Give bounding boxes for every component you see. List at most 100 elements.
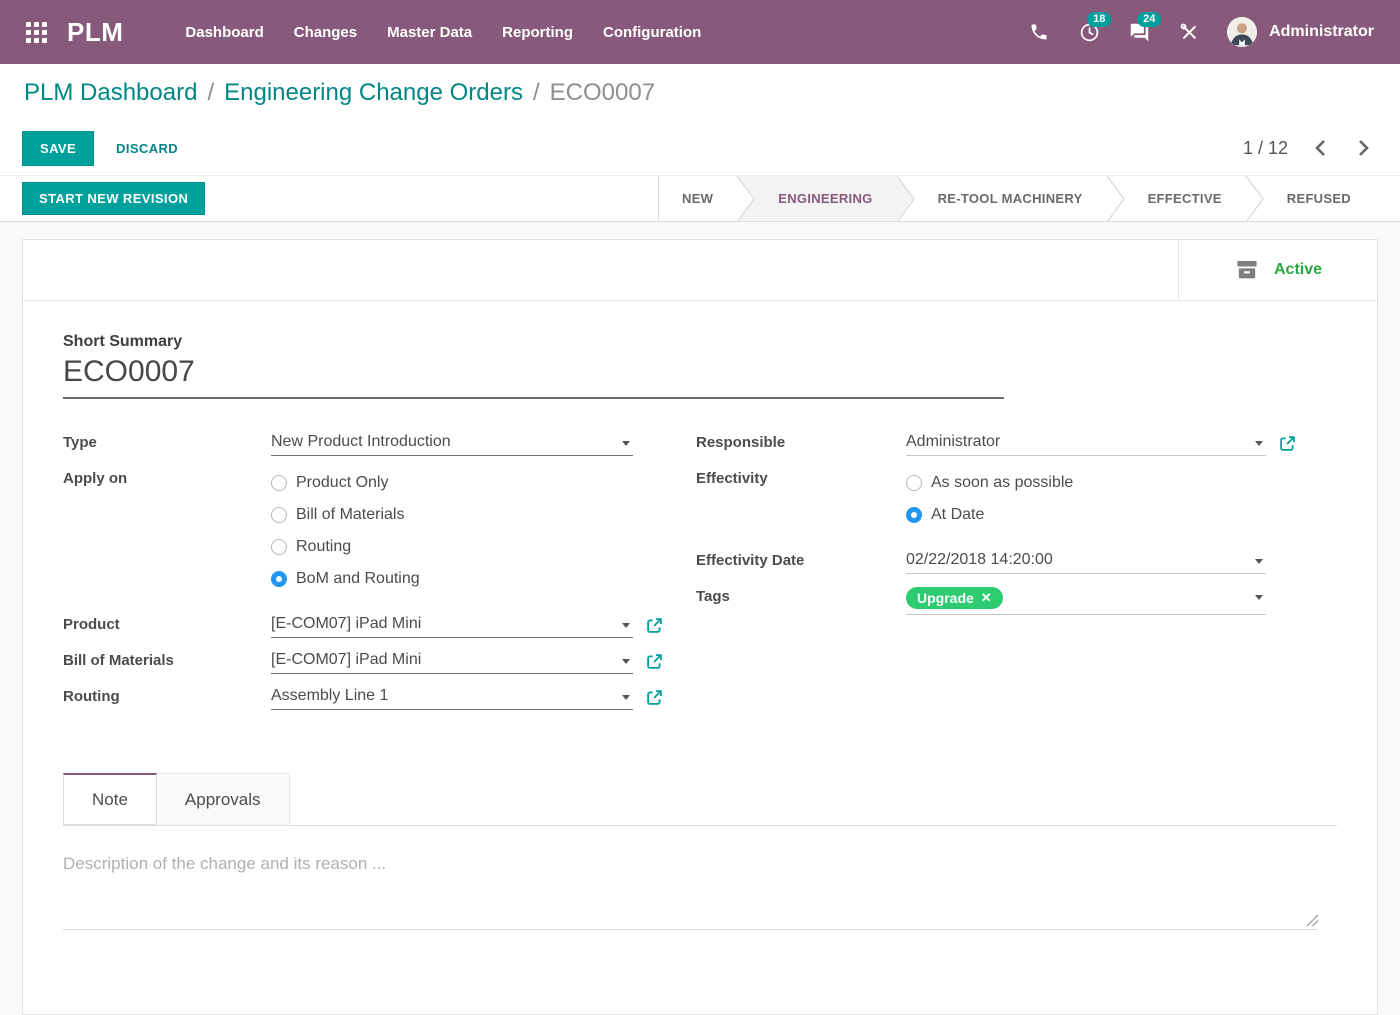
dropdown-caret-icon <box>622 659 630 664</box>
effectivity-date-input[interactable]: 02/22/2018 14:20:00 <box>906 549 1266 574</box>
active-toggle-button[interactable]: Active <box>1178 240 1377 300</box>
stage-retool-machinery[interactable]: RE-TOOL MACHINERY <box>915 176 1106 221</box>
form-card: Active Short Summary ECO0007 Type New Pr… <box>22 239 1378 1015</box>
user-avatar[interactable] <box>1227 17 1257 47</box>
field-row-product: Product [E-COM07] iPad Mini <box>63 613 696 638</box>
field-row-responsible: Responsible Administrator <box>696 431 1337 456</box>
stage-effective[interactable]: EFFECTIVE <box>1125 176 1245 221</box>
messages-badge: 24 <box>1137 12 1161 27</box>
stage-new[interactable]: NEW <box>659 176 736 221</box>
pager-value: 1 / 12 <box>1243 138 1288 159</box>
tags-label: Tags <box>696 585 906 615</box>
dropdown-caret-icon <box>1255 441 1263 446</box>
stage-pipeline: NEW ENGINEERING RE-TOOL MACHINERY EFFECT… <box>658 176 1400 221</box>
nav-reporting[interactable]: Reporting <box>502 24 573 41</box>
field-row-routing: Routing Assembly Line 1 <box>63 685 696 710</box>
stage-chevron-icon <box>1245 176 1264 222</box>
external-link-icon[interactable] <box>646 685 663 710</box>
pager-previous-button[interactable] <box>1312 137 1330 159</box>
archive-box-icon <box>1234 258 1260 282</box>
routing-label: Routing <box>63 685 271 710</box>
external-link-icon[interactable] <box>1279 431 1296 456</box>
nav-configuration[interactable]: Configuration <box>603 24 701 41</box>
top-navbar: PLM Dashboard Changes Master Data Report… <box>0 0 1400 64</box>
responsible-select[interactable]: Administrator <box>906 431 1266 456</box>
form-actions-bar: SAVE DISCARD 1 / 12 <box>0 121 1400 176</box>
note-placeholder: Description of the change and its reason… <box>63 852 1317 874</box>
resize-handle-icon[interactable] <box>1306 914 1319 927</box>
radio-routing[interactable]: Routing <box>271 531 420 563</box>
stage-chevron-icon <box>736 176 755 222</box>
stage-refused[interactable]: REFUSED <box>1264 176 1374 221</box>
product-label: Product <box>63 613 271 638</box>
dropdown-caret-icon <box>622 441 630 446</box>
notebook-tabs: Note Approvals <box>63 773 1337 826</box>
responsible-label: Responsible <box>696 431 906 456</box>
form-statusbar: START NEW REVISION NEW ENGINEERING RE-TO… <box>0 176 1400 222</box>
user-name[interactable]: Administrator <box>1269 23 1374 41</box>
nav-dashboard[interactable]: Dashboard <box>185 24 263 41</box>
radio-unchecked-icon <box>271 475 287 491</box>
field-row-tags: Tags Upgrade ✕ <box>696 585 1337 615</box>
activities-icon[interactable]: 18 <box>1077 20 1101 44</box>
tab-note[interactable]: Note <box>63 773 157 825</box>
routing-select[interactable]: Assembly Line 1 <box>271 685 633 710</box>
dropdown-caret-icon <box>622 695 630 700</box>
apps-menu-icon[interactable] <box>26 22 47 43</box>
form-sheet: Short Summary ECO0007 Type New Product I… <box>23 301 1377 930</box>
dropdown-caret-icon <box>622 623 630 628</box>
bom-select[interactable]: [E-COM07] iPad Mini <box>271 649 633 674</box>
radio-product-only[interactable]: Product Only <box>271 467 420 499</box>
tags-input[interactable]: Upgrade ✕ <box>906 585 1266 615</box>
active-label: Active <box>1274 261 1322 279</box>
field-row-effectivity-date: Effectivity Date 02/22/2018 14:20:00 <box>696 549 1337 574</box>
app-title[interactable]: PLM <box>67 17 123 48</box>
type-select[interactable]: New Product Introduction <box>271 431 633 456</box>
breadcrumb-separator: / <box>207 79 214 107</box>
field-row-apply-on: Apply on Product Only Bill of Materials <box>63 467 696 595</box>
radio-unchecked-icon <box>271 507 287 523</box>
stage-chevron-icon <box>1106 176 1125 222</box>
radio-at-date[interactable]: At Date <box>906 499 1073 531</box>
radio-checked-icon <box>271 571 287 587</box>
field-row-type: Type New Product Introduction <box>63 431 696 456</box>
breadcrumb-eco-list[interactable]: Engineering Change Orders <box>224 79 523 107</box>
nav-changes[interactable]: Changes <box>294 24 357 41</box>
note-textarea[interactable]: Description of the change and its reason… <box>63 852 1317 930</box>
product-select[interactable]: [E-COM07] iPad Mini <box>271 613 633 638</box>
short-summary-input[interactable]: ECO0007 <box>63 355 1004 399</box>
external-link-icon[interactable] <box>646 613 663 638</box>
messages-icon[interactable]: 24 <box>1127 20 1151 44</box>
apply-on-label: Apply on <box>63 467 271 595</box>
dropdown-caret-icon <box>1255 559 1263 564</box>
tag-remove-icon[interactable]: ✕ <box>981 590 992 606</box>
radio-bill-of-materials[interactable]: Bill of Materials <box>271 499 420 531</box>
radio-checked-icon <box>906 507 922 523</box>
button-box: Active <box>23 240 1377 301</box>
notebook: Note Approvals Description of the change… <box>63 773 1337 930</box>
radio-unchecked-icon <box>906 475 922 491</box>
phone-icon[interactable] <box>1027 20 1051 44</box>
activities-badge: 18 <box>1087 12 1111 27</box>
radio-as-soon-as-possible[interactable]: As soon as possible <box>906 467 1073 499</box>
discard-button[interactable]: DISCARD <box>116 141 178 156</box>
save-button[interactable]: SAVE <box>22 131 94 166</box>
start-new-revision-button[interactable]: START NEW REVISION <box>22 182 205 215</box>
stage-engineering[interactable]: ENGINEERING <box>755 176 895 221</box>
nav-master-data[interactable]: Master Data <box>387 24 472 41</box>
effectivity-label: Effectivity <box>696 467 906 531</box>
tab-approvals[interactable]: Approvals <box>157 773 290 825</box>
effectivity-radio-group: As soon as possible At Date <box>906 467 1073 531</box>
breadcrumb-plm-dashboard[interactable]: PLM Dashboard <box>24 79 197 107</box>
field-row-effectivity: Effectivity As soon as possible At Date <box>696 467 1337 531</box>
radio-bom-and-routing[interactable]: BoM and Routing <box>271 563 420 595</box>
field-row-bom: Bill of Materials [E-COM07] iPad Mini <box>63 649 696 674</box>
tools-icon[interactable] <box>1177 20 1201 44</box>
note-tab-panel: Description of the change and its reason… <box>63 826 1337 930</box>
breadcrumb-separator: / <box>533 79 540 107</box>
pager-next-button[interactable] <box>1354 137 1372 159</box>
tag-upgrade: Upgrade ✕ <box>906 587 1003 609</box>
bom-label: Bill of Materials <box>63 649 271 674</box>
short-summary-label: Short Summary <box>63 333 1337 351</box>
external-link-icon[interactable] <box>646 649 663 674</box>
